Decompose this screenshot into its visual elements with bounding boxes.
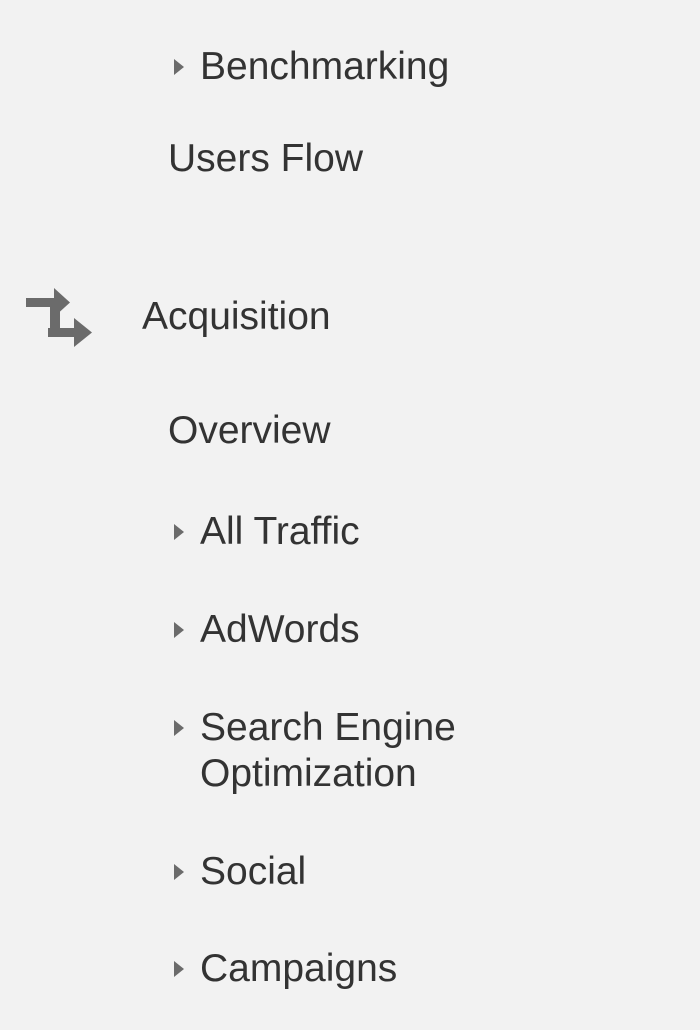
nav-item-label: Overview xyxy=(168,409,331,452)
nav-item-campaigns[interactable]: Campaigns xyxy=(174,946,397,992)
nav-item-users-flow[interactable]: Users Flow xyxy=(168,136,363,182)
caret-right-icon[interactable] xyxy=(174,622,184,638)
left-navigation: Benchmarking Users Flow Acquisition Over… xyxy=(0,0,700,1030)
nav-item-social[interactable]: Social xyxy=(174,849,306,895)
caret-right-icon[interactable] xyxy=(174,720,184,736)
nav-item-adwords[interactable]: AdWords xyxy=(174,607,360,653)
nav-item-label: Search Engine Optimization xyxy=(200,706,456,795)
nav-item-label: Benchmarking xyxy=(200,45,450,88)
nav-item-label: All Traffic xyxy=(200,510,360,553)
nav-item-label: Campaigns xyxy=(200,947,398,990)
nav-section-acquisition[interactable]: Acquisition xyxy=(142,294,331,340)
acquisition-arrows-icon xyxy=(26,288,92,347)
nav-item-benchmarking[interactable]: Benchmarking xyxy=(174,44,449,90)
nav-item-label: AdWords xyxy=(200,608,360,651)
nav-item-label: Social xyxy=(200,850,307,893)
nav-item-all-traffic[interactable]: All Traffic xyxy=(174,509,360,555)
caret-right-icon[interactable] xyxy=(174,864,184,880)
nav-section-label: Acquisition xyxy=(142,295,331,338)
nav-item-search-engine-optimization[interactable]: Search Engine Optimization xyxy=(174,705,500,797)
caret-right-icon[interactable] xyxy=(174,59,184,75)
caret-right-icon[interactable] xyxy=(174,524,184,540)
nav-item-label: Users Flow xyxy=(168,137,364,180)
caret-right-icon[interactable] xyxy=(174,961,184,977)
nav-item-overview[interactable]: Overview xyxy=(168,408,331,454)
